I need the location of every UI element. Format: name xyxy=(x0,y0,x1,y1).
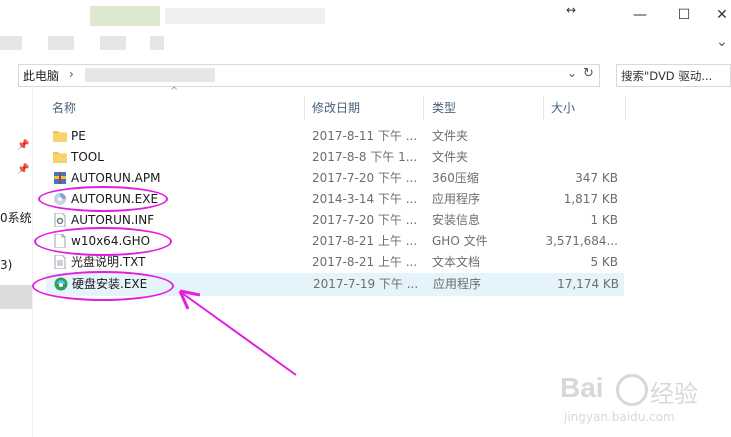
nav-item-selected[interactable] xyxy=(0,285,32,309)
text-file-icon xyxy=(54,255,66,269)
file-size: 1 KB xyxy=(590,213,618,227)
watermark-brand-jingyan: 经验 xyxy=(650,380,698,408)
search-placeholder: 搜索"DVD 驱动... xyxy=(621,69,713,83)
ribbon-blur-1 xyxy=(0,36,22,50)
column-divider[interactable] xyxy=(304,96,305,120)
paw-icon xyxy=(616,374,648,406)
resize-icon: ↔ xyxy=(566,3,577,17)
ribbon-blur-3 xyxy=(100,36,126,50)
file-date: 2017-7-20 下午 ... xyxy=(312,171,418,185)
file-type: 安装信息 xyxy=(432,213,481,227)
file-name: TOOL xyxy=(71,150,104,164)
column-header-type[interactable]: 类型 xyxy=(432,98,456,118)
highlight-ellipse xyxy=(32,271,174,301)
column-divider[interactable] xyxy=(423,96,424,120)
file-type: 应用程序 xyxy=(433,277,482,291)
file-type: GHO 文件 xyxy=(432,234,488,248)
file-date: 2017-7-20 下午 ... xyxy=(312,213,418,227)
file-size xyxy=(542,126,618,147)
folder-icon xyxy=(53,131,67,142)
file-date: 2017-8-21 上午 ... xyxy=(312,255,418,269)
file-row-tool[interactable]: TOOL 2017-8-8 下午 1... 文件夹 xyxy=(46,147,622,168)
file-name: PE xyxy=(71,129,86,143)
settings-file-icon xyxy=(54,213,66,227)
file-size: 347 KB xyxy=(575,171,618,185)
title-blur xyxy=(90,6,160,26)
ribbon-blur-2 xyxy=(48,36,74,50)
archive-icon xyxy=(54,172,66,184)
breadcrumb-this-pc[interactable]: 此电脑 xyxy=(23,67,59,84)
address-bar[interactable]: › 此电脑 › ⌄ ↻ xyxy=(18,64,600,87)
file-date: 2017-8-11 下午 ... xyxy=(312,129,418,143)
file-size: 17,174 KB xyxy=(557,277,619,291)
file-size xyxy=(542,147,618,168)
watermark-url: jingyan.baidu.com xyxy=(564,410,675,424)
nav-item-drive[interactable]: 3) xyxy=(0,258,12,272)
file-size: 3,571,684... xyxy=(545,234,618,248)
file-type: 应用程序 xyxy=(432,192,481,206)
column-divider[interactable] xyxy=(625,96,626,120)
search-input[interactable]: 搜索"DVD 驱动... xyxy=(616,64,731,87)
pin-icon: 📌 xyxy=(17,164,30,175)
ribbon: ⌄ xyxy=(0,32,731,58)
refresh-icon[interactable]: ↻ xyxy=(583,66,594,81)
file-row-readme-txt[interactable]: 光盘说明.TXT 2017-8-21 上午 ... 文本文档 5 KB xyxy=(46,252,622,273)
file-row-autorun-apm[interactable]: AUTORUN.APM 2017-7-20 下午 ... 360压缩 347 K… xyxy=(46,168,622,189)
column-divider[interactable] xyxy=(543,96,544,120)
address-dropdown-icon[interactable]: ⌄ xyxy=(567,66,577,80)
highlight-ellipse xyxy=(38,186,168,212)
column-header-size[interactable]: 大小 xyxy=(551,98,575,118)
watermark-brand: Bai xyxy=(560,372,604,403)
file-size: 1,817 KB xyxy=(563,192,618,206)
maximize-button[interactable]: ☐ xyxy=(672,4,696,26)
file-size: 5 KB xyxy=(590,255,618,269)
column-header-name[interactable]: 名称 xyxy=(52,98,76,118)
ribbon-expand-icon[interactable]: ⌄ xyxy=(716,34,728,50)
ribbon-blur-4 xyxy=(150,36,164,50)
baidu-watermark: Bai 经验 jingyan.baidu.com xyxy=(560,372,720,432)
file-date: 2014-3-14 下午 ... xyxy=(312,192,418,206)
file-type: 360压缩 xyxy=(432,171,479,185)
title-bar: ↔ — ☐ ✕ xyxy=(0,0,731,32)
file-date: 2017-7-19 下午 ... xyxy=(313,277,419,291)
pin-icon: 📌 xyxy=(17,140,30,151)
folder-icon xyxy=(53,152,67,163)
file-type: 文件夹 xyxy=(432,150,469,164)
highlight-ellipse xyxy=(34,227,172,256)
file-type: 文本文档 xyxy=(432,255,481,269)
annotation-arrow-icon xyxy=(178,289,297,376)
file-date: 2017-8-21 上午 ... xyxy=(312,234,418,248)
file-type: 文件夹 xyxy=(432,129,469,143)
title-blur-2 xyxy=(165,8,325,24)
nav-item-system[interactable]: 0系统 xyxy=(0,209,32,226)
file-date: 2017-8-8 下午 1... xyxy=(312,150,418,164)
close-button[interactable]: ✕ xyxy=(710,4,731,26)
minimize-button[interactable]: — xyxy=(628,4,652,26)
breadcrumb-blur xyxy=(85,68,215,82)
breadcrumb-separator-icon: › xyxy=(69,67,74,81)
file-row-pe[interactable]: PE 2017-8-11 下午 ... 文件夹 xyxy=(46,126,622,147)
column-header-date[interactable]: 修改日期 xyxy=(312,98,360,118)
nav-pane-divider[interactable] xyxy=(32,86,33,437)
sort-up-icon: ^ xyxy=(170,86,179,97)
